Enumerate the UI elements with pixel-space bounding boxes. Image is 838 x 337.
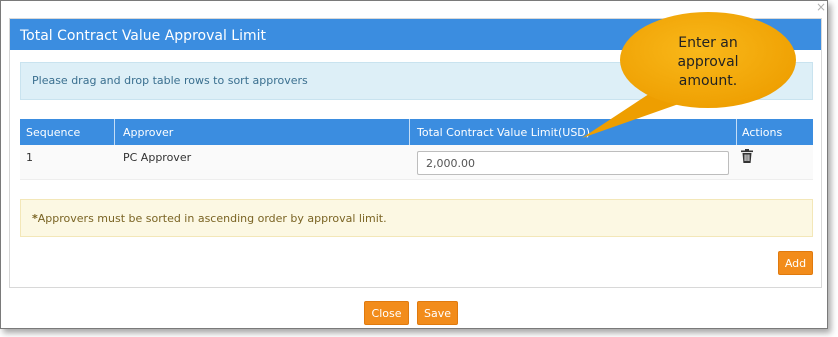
- callout-line: amount.: [678, 73, 738, 89]
- column-header-limit: Total Contract Value Limit(USD): [417, 126, 591, 139]
- trash-icon[interactable]: [741, 149, 753, 163]
- warning-message: *Approvers must be sorted in ascending o…: [32, 212, 387, 225]
- column-header-approver: Approver: [123, 126, 174, 139]
- limit-input[interactable]: [417, 151, 729, 175]
- save-button[interactable]: Save: [417, 301, 458, 325]
- callout-text: Enter an approval amount.: [630, 34, 786, 91]
- add-button[interactable]: Add: [778, 251, 813, 275]
- close-button[interactable]: Close: [364, 301, 409, 325]
- sequence-cell: 1: [26, 151, 33, 164]
- info-message: Please drag and drop table rows to sort …: [32, 74, 308, 87]
- callout-line: approval: [677, 54, 739, 70]
- column-header-sequence: Sequence: [26, 126, 81, 139]
- table-row[interactable]: 1 PC Approver: [20, 145, 813, 180]
- column-divider: [409, 119, 410, 145]
- warning-alert: *Approvers must be sorted in ascending o…: [20, 199, 813, 237]
- approver-cell: PC Approver: [123, 151, 192, 164]
- warning-text: Approvers must be sorted in ascending or…: [37, 212, 387, 225]
- column-divider: [114, 119, 115, 145]
- callout-line: Enter an: [678, 35, 738, 51]
- close-icon[interactable]: ×: [815, 1, 827, 13]
- panel-title: Total Contract Value Approval Limit: [20, 28, 266, 44]
